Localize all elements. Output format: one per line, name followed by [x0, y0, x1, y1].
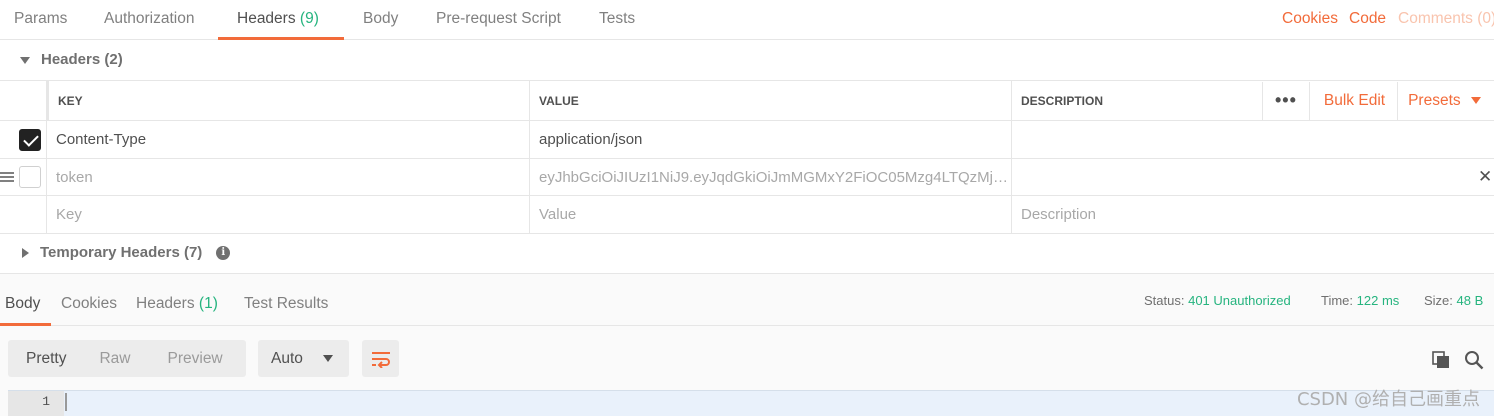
- size-value: 48 B: [1456, 293, 1484, 308]
- table-row: token eyJhbGciOiJIUzI1NiJ9.eyJqdGkiOiJmM…: [0, 159, 1494, 196]
- tab-body[interactable]: Body: [363, 0, 398, 40]
- temporary-headers-title: Temporary Headers: [40, 244, 180, 261]
- row-value-cell[interactable]: eyJhbGciOiJIUzI1NiJ9.eyJqdGkiOiJmMGMxY2F…: [529, 159, 1011, 195]
- chevron-down-icon: [322, 355, 333, 362]
- headers-section-count: (2): [104, 51, 123, 68]
- tab-headers[interactable]: Headers (9): [218, 0, 344, 40]
- row-description-cell[interactable]: [1011, 121, 1494, 158]
- time-indicator: Time: 122 ms: [1321, 274, 1399, 326]
- comments-link[interactable]: Comments (0): [1398, 0, 1494, 38]
- tab-params-label: Params: [14, 10, 68, 27]
- response-tab-headers[interactable]: Headers (1): [136, 274, 218, 326]
- info-icon[interactable]: i: [216, 246, 231, 261]
- tab-authorization-label: Authorization: [104, 10, 195, 27]
- caret-right-icon: [22, 248, 29, 259]
- presets-label: Presets: [1408, 91, 1461, 109]
- response-tab-body-label: Body: [5, 295, 41, 312]
- response-tab-headers-label: Headers: [136, 295, 195, 312]
- row-check-cell: [0, 196, 46, 233]
- tab-authorization[interactable]: Authorization: [104, 0, 194, 40]
- more-options-icon[interactable]: •••: [1263, 90, 1309, 111]
- response-tab-body[interactable]: Body: [0, 274, 51, 326]
- tab-prerequest-label: Pre-request Script: [436, 10, 561, 27]
- column-value: VALUE: [529, 81, 1011, 120]
- preview-button[interactable]: Preview: [168, 350, 223, 368]
- response-headers-count: (1): [198, 295, 218, 312]
- row-check-cell: [0, 159, 46, 195]
- headers-section-title: Headers: [41, 51, 101, 68]
- size-indicator: Size: 48 B: [1424, 274, 1483, 326]
- response-tab-cookies[interactable]: Cookies: [61, 274, 117, 326]
- drag-handle-icon[interactable]: [0, 172, 14, 182]
- new-key-input[interactable]: Key: [46, 196, 529, 233]
- status-value: 401 Unauthorized: [1188, 293, 1291, 308]
- enabled-checkbox[interactable]: [19, 166, 41, 188]
- table-header-row: KEY VALUE DESCRIPTION ••• Bulk Edit Pres…: [0, 81, 1494, 121]
- view-mode-group: Pretty Raw Preview: [8, 340, 246, 377]
- watermark: CSDN @给自己画重点: [1296, 389, 1480, 410]
- table-row: Content-Type application/json: [0, 121, 1494, 159]
- close-icon[interactable]: ✕: [1478, 159, 1494, 195]
- line-number: 1: [8, 391, 64, 416]
- tab-headers-label: Headers: [237, 10, 296, 27]
- response-panel: Body Cookies Headers (1) Test Results St…: [0, 273, 1494, 416]
- format-select[interactable]: Auto: [258, 340, 349, 377]
- size-label: Size:: [1424, 293, 1453, 308]
- headers-table: KEY VALUE DESCRIPTION ••• Bulk Edit Pres…: [0, 80, 1494, 234]
- row-value-cell[interactable]: application/json: [529, 121, 1011, 158]
- row-key-cell[interactable]: token: [46, 159, 529, 195]
- search-icon[interactable]: [1464, 350, 1484, 370]
- column-key: KEY: [46, 81, 529, 120]
- response-tab-cookies-label: Cookies: [61, 295, 117, 312]
- temporary-headers-count: (7): [183, 244, 203, 261]
- row-key-cell[interactable]: Content-Type: [46, 121, 529, 158]
- presets-button[interactable]: Presets: [1398, 92, 1481, 110]
- chevron-down-icon: [1470, 96, 1481, 104]
- table-row-new: Key Value Description: [0, 196, 1494, 234]
- response-tab-test-results-label: Test Results: [244, 295, 329, 312]
- new-value-input[interactable]: Value: [529, 196, 1011, 233]
- status-label: Status:: [1144, 293, 1185, 308]
- format-select-value: Auto: [271, 349, 303, 367]
- response-body-editor[interactable]: 1: [8, 390, 1494, 416]
- row-check-cell: [0, 121, 46, 158]
- response-tab-test-results[interactable]: Test Results: [244, 274, 328, 326]
- copy-icon[interactable]: [1432, 351, 1450, 369]
- wrap-lines-icon: [371, 351, 390, 368]
- enabled-checkbox[interactable]: [19, 128, 41, 151]
- code-link[interactable]: Code: [1349, 0, 1386, 38]
- tab-body-label: Body: [363, 10, 399, 27]
- headers-section-toggle[interactable]: Headers (2): [0, 40, 123, 80]
- tab-tests-label: Tests: [599, 10, 636, 27]
- tab-headers-count: (9): [299, 10, 319, 27]
- time-label: Time:: [1321, 293, 1354, 308]
- response-tabs: Body Cookies Headers (1) Test Results St…: [0, 274, 1494, 326]
- tab-prerequest-script[interactable]: Pre-request Script: [436, 0, 561, 40]
- status-indicator: Status: 401 Unauthorized: [1144, 274, 1291, 326]
- request-tabs: Params Authorization Headers (9) Body Pr…: [0, 0, 1494, 40]
- bulk-edit-button[interactable]: Bulk Edit: [1310, 92, 1397, 110]
- tab-tests[interactable]: Tests: [599, 0, 635, 40]
- text-cursor: [65, 393, 67, 411]
- request-side-links: Cookies Code Comments (0): [1274, 0, 1494, 40]
- new-description-input[interactable]: Description: [1011, 196, 1494, 233]
- header-check-cell: [0, 81, 46, 120]
- table-actions: ••• Bulk Edit Presets: [1262, 81, 1481, 120]
- time-value: 122 ms: [1356, 293, 1400, 308]
- caret-down-icon: [20, 56, 30, 64]
- temporary-headers-toggle[interactable]: Temporary Headers (7) i: [0, 233, 231, 273]
- cookies-link[interactable]: Cookies: [1282, 0, 1338, 38]
- pretty-button[interactable]: Pretty: [26, 350, 66, 368]
- row-description-cell[interactable]: [1011, 159, 1494, 195]
- tab-params[interactable]: Params: [14, 0, 67, 40]
- raw-button[interactable]: Raw: [99, 350, 130, 368]
- wrap-lines-button[interactable]: [362, 340, 399, 377]
